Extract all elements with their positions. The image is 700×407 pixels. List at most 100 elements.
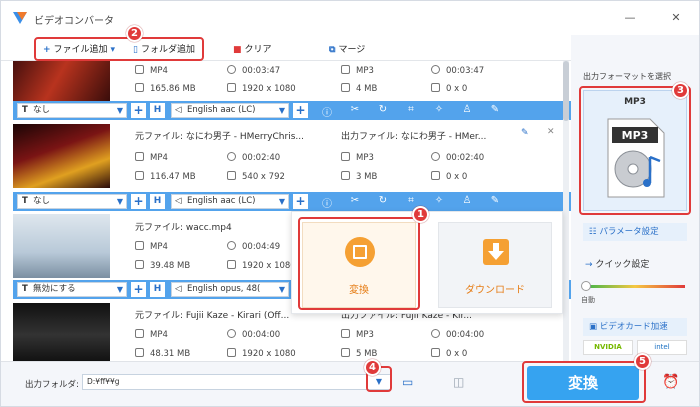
text-icon: T: [22, 284, 28, 294]
info-icon[interactable]: ⓘ: [321, 195, 333, 210]
src-format: MP4: [150, 242, 168, 252]
add-subtitle-button[interactable]: +: [131, 103, 146, 118]
rotate-icon[interactable]: ↻: [377, 104, 389, 115]
chevron-down-icon[interactable]: ▼: [117, 283, 123, 296]
remove-item-icon[interactable]: ✕: [547, 127, 555, 137]
source-file-name: 元ファイル: Fujii Kaze - Kirari (Off...: [135, 311, 290, 321]
chevron-down-icon[interactable]: ▼: [279, 104, 285, 117]
src-size: 165.86 MB: [150, 84, 196, 94]
audio-value: English aac (LC): [187, 105, 256, 115]
rotate-icon[interactable]: ↻: [377, 195, 389, 206]
close-icon[interactable]: ✕: [665, 9, 687, 27]
info-icon[interactable]: ⓘ: [321, 104, 333, 119]
merge-button[interactable]: ⧉ マージ: [329, 42, 365, 55]
list-scrollbar[interactable]: [563, 61, 569, 361]
chevron-down-icon[interactable]: ▼: [117, 195, 123, 208]
src-format: MP4: [150, 330, 168, 340]
file-size-icon: [135, 348, 144, 357]
video-thumbnail[interactable]: [13, 214, 110, 278]
scissors-icon[interactable]: ✂: [349, 195, 361, 206]
effect-icon[interactable]: ✧: [433, 104, 445, 115]
add-audio-button[interactable]: +: [293, 103, 308, 118]
watermark-icon[interactable]: ♙: [461, 104, 473, 115]
out-duration: 00:04:00: [446, 330, 485, 340]
quick-settings-text: クイック設定: [595, 260, 650, 270]
resolution-icon: [227, 171, 236, 180]
param-settings-button[interactable]: ☷ パラメータ設定: [583, 223, 687, 241]
highlight-box-5: [522, 361, 646, 403]
app-window: ビデオコンバータ — ✕ + ファイル追加 ▾ ▯ フォルダ追加 ■ クリア ⧉ マージ…: [0, 0, 700, 407]
alarm-icon[interactable]: ⏰: [662, 374, 679, 390]
source-file-name: 元ファイル: wacc.mp4: [135, 223, 232, 233]
out-size: 3 MB: [356, 172, 378, 182]
file-size-icon: [135, 260, 144, 269]
speaker-icon: ◁: [175, 284, 182, 294]
app-logo-icon: [13, 12, 27, 24]
add-subtitle-button[interactable]: +: [131, 194, 146, 209]
format-icon: [341, 329, 350, 338]
track-bar: T なし ▼ + H ◁ English aac (LC) ▼ + ⓘ ✂ ↻ ⌗ ✧ …: [13, 101, 571, 120]
audio-select[interactable]: ◁ English opus, 48( ▼: [171, 282, 289, 297]
file-size-icon: [341, 171, 350, 180]
quality-slider-handle[interactable]: [581, 281, 591, 291]
scrollbar-thumb[interactable]: [563, 61, 569, 121]
minimize-icon[interactable]: —: [619, 9, 641, 27]
speaker-icon: ◁: [175, 105, 182, 115]
text-icon: T: [22, 105, 28, 115]
highlight-box-3: [579, 86, 691, 215]
video-thumbnail[interactable]: [13, 303, 110, 361]
output-folder-value: D:¥ff¥¥g: [87, 377, 120, 386]
file-size-icon: [341, 348, 350, 357]
title-bar: ビデオコンバータ — ✕: [1, 1, 699, 35]
subtitle-edit-button[interactable]: H: [150, 282, 165, 297]
nvidia-badge: NVIDIA: [583, 340, 633, 355]
schedule-icon[interactable]: ◫: [453, 375, 464, 389]
out-format: MP3: [356, 330, 374, 340]
open-folder-icon[interactable]: ▭: [402, 375, 413, 389]
chevron-down-icon[interactable]: ▼: [117, 104, 123, 117]
clock-icon: [431, 329, 440, 338]
format-icon: [135, 65, 144, 74]
crop-icon[interactable]: ⌗: [405, 104, 417, 115]
video-thumbnail[interactable]: [13, 124, 110, 188]
scissors-icon[interactable]: ✂: [349, 104, 361, 115]
subtitle-select[interactable]: T 無効にする ▼: [17, 282, 127, 297]
clear-button[interactable]: ■ クリア: [233, 42, 272, 55]
crop-icon[interactable]: ⌗: [405, 195, 417, 206]
format-icon: [341, 152, 350, 161]
subtitle-select[interactable]: T なし ▼: [17, 194, 127, 209]
resolution-icon: [227, 260, 236, 269]
out-resolution: 0 x 0: [446, 84, 468, 94]
add-audio-button[interactable]: +: [293, 194, 308, 209]
effect-icon[interactable]: ✧: [433, 195, 445, 206]
clear-label: クリア: [244, 45, 272, 55]
watermark-icon[interactable]: ♙: [461, 195, 473, 206]
clock-icon: [227, 241, 236, 250]
quality-slider[interactable]: [585, 285, 685, 288]
out-duration: 00:02:40: [446, 153, 485, 163]
gpu-accel-button[interactable]: ▣ ビデオカード加速: [583, 318, 687, 336]
add-subtitle-button[interactable]: +: [131, 282, 146, 297]
chevron-down-icon[interactable]: ▼: [279, 283, 285, 296]
subtitle-edit-button[interactable]: H: [150, 103, 165, 118]
download-option[interactable]: ダウンロード: [438, 222, 552, 308]
chevron-down-icon[interactable]: ▼: [279, 195, 285, 208]
audio-select[interactable]: ◁ English aac (LC) ▼: [171, 103, 289, 118]
audio-value: English opus, 48(: [187, 284, 261, 294]
resolution-icon: [431, 171, 440, 180]
out-size: 4 MB: [356, 84, 378, 94]
output-folder-input[interactable]: D:¥ff¥¥g: [82, 374, 391, 390]
edit-name-icon[interactable]: ✎: [521, 128, 529, 138]
src-resolution: 540 x 792: [242, 172, 285, 182]
step-badge-5: 5: [634, 353, 651, 370]
format-icon: [135, 241, 144, 250]
file-size-icon: [135, 171, 144, 180]
subtitle-edit-button[interactable]: H: [150, 194, 165, 209]
edit-icon[interactable]: ✎: [489, 104, 501, 115]
subtitle-select[interactable]: T なし ▼: [17, 103, 127, 118]
download-icon: [483, 239, 509, 265]
edit-icon[interactable]: ✎: [489, 195, 501, 206]
trash-icon: ■: [233, 45, 242, 55]
track-bar: T なし ▼ + H ◁ English aac (LC) ▼ + ⓘ ✂ ↻ ⌗ ✧ …: [13, 192, 571, 211]
audio-select[interactable]: ◁ English aac (LC) ▼: [171, 194, 289, 209]
